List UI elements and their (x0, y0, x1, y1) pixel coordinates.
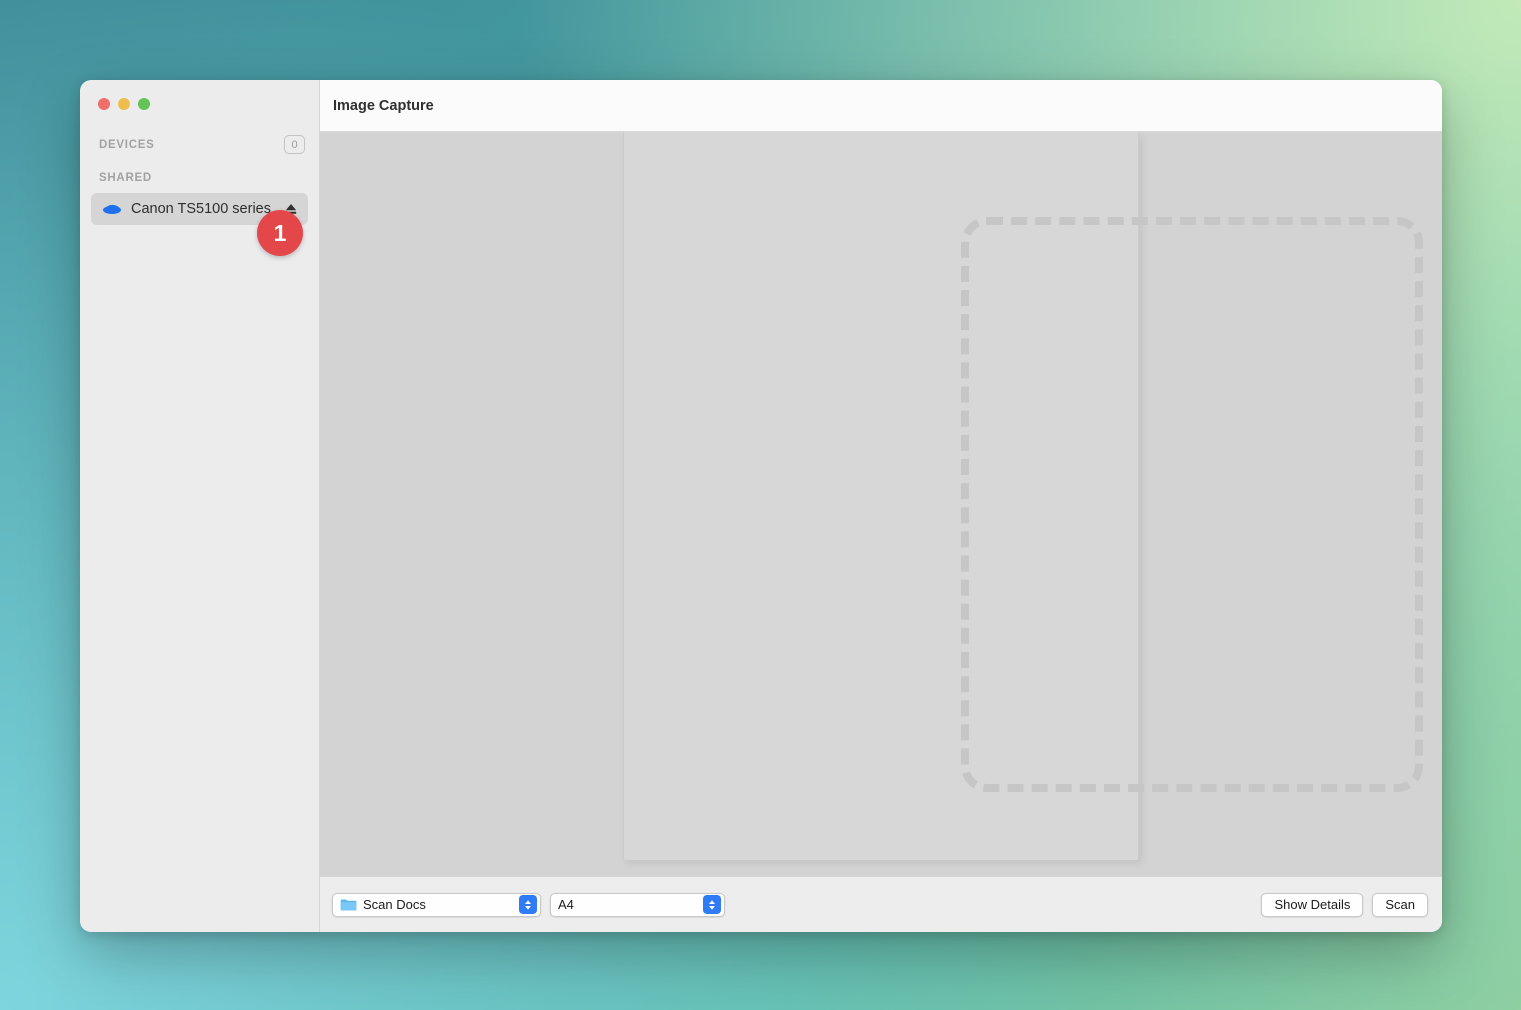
page-title: Image Capture (333, 97, 434, 114)
scan-destination-value: Scan Docs (363, 897, 426, 912)
paper-size-dropdown[interactable]: A4 (550, 892, 725, 917)
device-name-label: Canon TS5100 series (131, 201, 271, 217)
devices-count-badge: 0 (284, 135, 305, 154)
scan-page-preview[interactable] (623, 132, 1423, 860)
maximize-button[interactable] (138, 98, 150, 110)
paper-size-stepper-arrows[interactable] (703, 895, 721, 914)
annotation-badge-1: 1 (257, 210, 303, 256)
main-area: Image Capture 2 Scan Docs (320, 80, 1442, 932)
destination-stepper-arrows[interactable] (519, 895, 537, 914)
scan-destination-dropdown[interactable]: Scan Docs (332, 892, 541, 917)
scan-button[interactable]: Scan (1372, 892, 1428, 917)
close-button[interactable] (98, 98, 110, 110)
traffic-light-controls (80, 80, 319, 110)
folder-icon (340, 898, 357, 911)
printer-icon (102, 202, 122, 216)
paper-size-value: A4 (558, 897, 574, 912)
sidebar-section-label-shared: SHARED (99, 172, 152, 184)
show-details-button[interactable]: Show Details (1261, 892, 1364, 917)
bottom-toolbar: Scan Docs A4 Show Details Scan (320, 876, 1442, 932)
scan-selection-rectangle[interactable] (961, 217, 1423, 792)
image-capture-window: DEVICES 0 SHARED Canon TS5100 series 1 I… (80, 80, 1442, 932)
sidebar: DEVICES 0 SHARED Canon TS5100 series 1 (80, 80, 320, 932)
sidebar-section-label-devices: DEVICES (99, 138, 155, 151)
minimize-button[interactable] (118, 98, 130, 110)
sidebar-section-devices: DEVICES 0 (80, 135, 319, 154)
scan-preview-canvas[interactable]: 2 (320, 132, 1442, 876)
window-titlebar: Image Capture (320, 80, 1442, 132)
sidebar-section-shared: SHARED (80, 172, 319, 184)
